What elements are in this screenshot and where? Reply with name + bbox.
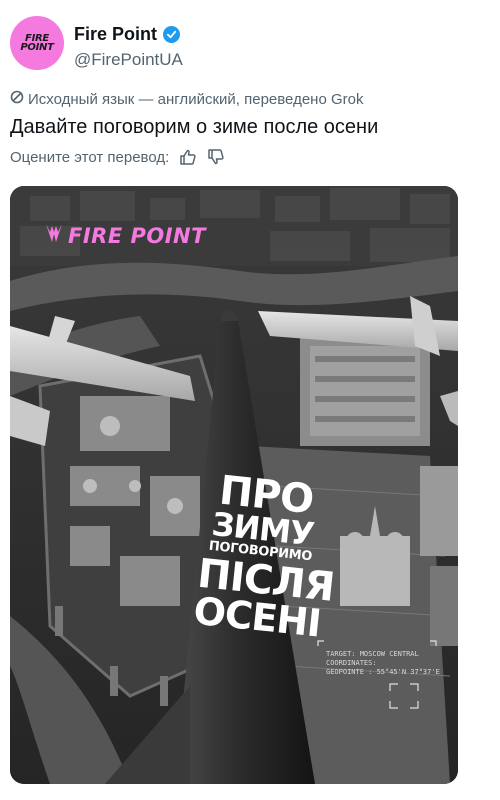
display-name[interactable]: Fire Point (74, 24, 157, 45)
verified-badge-icon (163, 26, 181, 43)
target-line-2: COORDINATES: (326, 659, 377, 667)
translation-note-text: Исходный язык — английский, переведено G… (28, 90, 364, 108)
target-line-1: TARGET: MOSCOW CENTRAL (326, 650, 419, 658)
thumbs-up-icon[interactable] (179, 148, 197, 166)
tweet-text: Давайте поговорим о зиме после осени (10, 116, 379, 138)
slogan-line-5: ОСЕНІ (191, 588, 323, 646)
rate-translation-row: Оцените этот перевод: (10, 148, 225, 166)
translation-note: Исходный язык — английский, переведено G… (10, 90, 363, 108)
avatar[interactable]: FIRE POINT (10, 16, 64, 70)
name-row: Fire Point (74, 24, 181, 45)
tweet-media-image[interactable]: FIRE POINT ПРО ЗИМУ ПОГОВОРИМО ПІСЛЯ ОСЕ… (10, 186, 458, 784)
target-line-3: GEOPOINTE : 55°45'N 37°37'E (326, 668, 440, 676)
tweet-header: FIRE POINT Fire Point @FirePointUA (10, 16, 490, 70)
missile-slogan: ПРО ЗИМУ ПОГОВОРИМО ПІСЛЯ ОСЕНІ (191, 468, 337, 646)
avatar-logo-text: FIRE POINT (20, 33, 54, 53)
flame-logo-icon (44, 222, 64, 249)
brand-text: FIRE POINT (68, 223, 206, 248)
thumbs-down-icon[interactable] (207, 148, 225, 166)
fire-point-brand: FIRE POINT (44, 222, 206, 249)
translate-icon (10, 90, 24, 108)
target-readout: TARGET: MOSCOW CENTRAL COORDINATES: GEOPOI… (326, 650, 440, 677)
rate-translation-label: Оцените этот перевод: (10, 148, 170, 166)
user-handle[interactable]: @FirePointUA (74, 50, 183, 70)
